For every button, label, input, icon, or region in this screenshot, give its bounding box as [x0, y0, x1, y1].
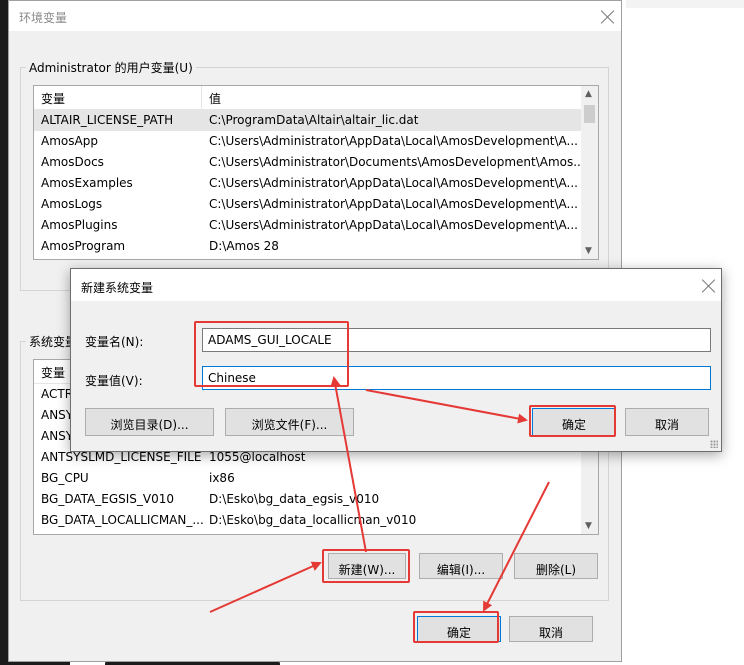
arrow-to-fields: [330, 376, 367, 553]
arrow-to-dialog-ok: [365, 389, 528, 424]
arrow-to-ok: [483, 481, 550, 612]
annotation-arrows: [209, 376, 550, 613]
arrow-to-new: [209, 561, 322, 613]
